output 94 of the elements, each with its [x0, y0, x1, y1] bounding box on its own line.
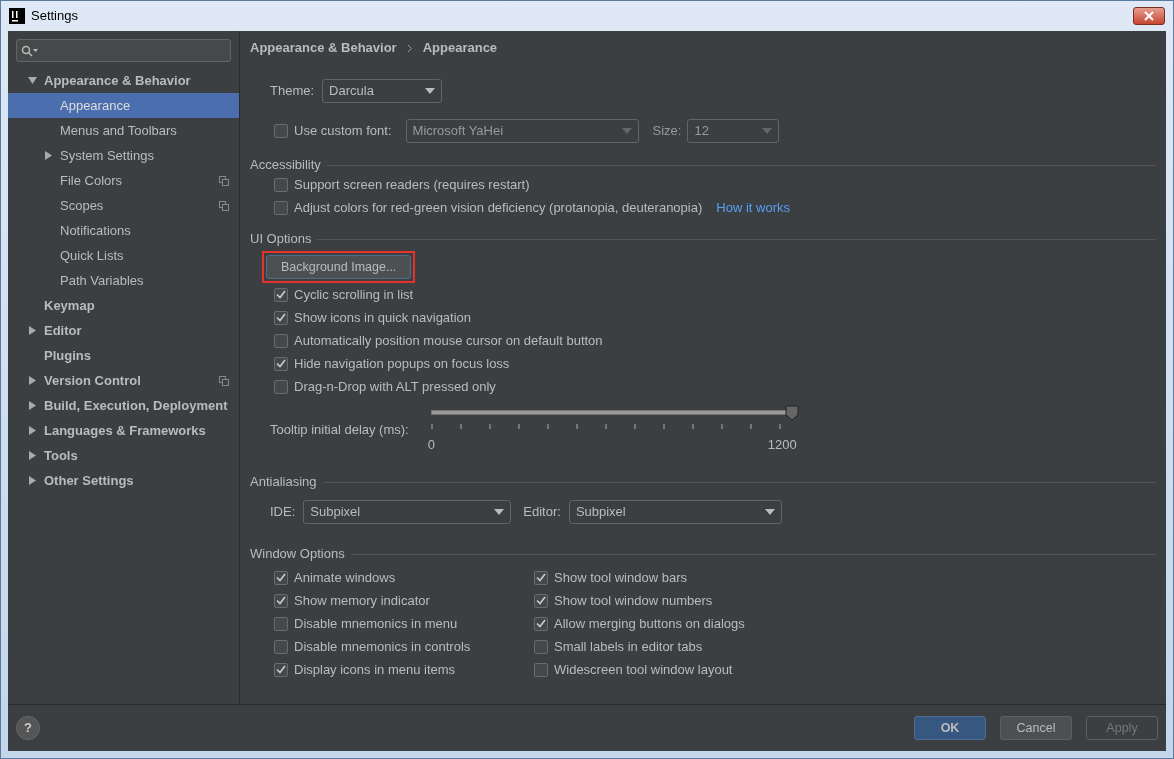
checkbox[interactable]: [534, 662, 548, 677]
checkbox[interactable]: [274, 593, 288, 608]
section-title: Antialiasing: [250, 473, 317, 492]
tree-item[interactable]: Build, Execution, Deployment: [8, 393, 239, 418]
section-title: Window Options: [250, 545, 345, 564]
checkbox[interactable]: [274, 570, 288, 585]
dropdown-caret-icon: [764, 509, 775, 515]
tree-item[interactable]: Quick Lists: [8, 243, 239, 268]
window-title: Settings: [31, 7, 78, 26]
ide-label: IDE:: [270, 503, 296, 522]
tree-item[interactable]: Other Settings: [8, 468, 239, 493]
checkbox[interactable]: [534, 639, 548, 654]
tick-label: 0: [427, 435, 435, 454]
tree-item[interactable]: Notifications: [8, 218, 239, 243]
tree-item[interactable]: Menus and Toolbars: [8, 118, 239, 143]
dropdown-caret-icon: [762, 128, 773, 134]
checkbox[interactable]: [274, 639, 288, 654]
breadcrumb-item: Appearance: [422, 39, 498, 58]
dropdown-caret-icon: [425, 88, 436, 94]
tree-item[interactable]: Appearance & Behavior: [8, 68, 239, 93]
expand-arrow-icon[interactable]: [27, 401, 37, 410]
help-button[interactable]: ?: [16, 716, 40, 740]
tree-item[interactable]: System Settings: [8, 143, 239, 168]
dialog-button[interactable]: OK: [914, 716, 986, 740]
checkbox[interactable]: [274, 333, 288, 348]
dialog-button[interactable]: Cancel: [1000, 716, 1072, 740]
checkbox-label: Automatically position mouse cursor on default button: [294, 331, 603, 350]
slider-thumb[interactable]: [784, 405, 799, 421]
checkbox-label: Display icons in menu items: [294, 660, 456, 679]
checkbox[interactable]: [534, 570, 548, 585]
checkbox-label: Disable mnemonics in controls: [294, 637, 471, 656]
dropdown-caret-icon: [621, 128, 632, 134]
checkbox-label: Adjust colors for red-green vision deficiency (protanopia, deuteranopia): [294, 198, 703, 217]
expand-arrow-icon[interactable]: [27, 376, 37, 385]
collapse-arrow-icon[interactable]: [27, 76, 37, 85]
expand-arrow-icon[interactable]: [27, 476, 37, 485]
search-icon: [21, 44, 39, 57]
link[interactable]: How it works: [716, 197, 790, 218]
checkbox[interactable]: [274, 662, 288, 677]
tree-item[interactable]: Path Variables: [8, 268, 239, 293]
checkbox[interactable]: [274, 200, 288, 215]
tree-item[interactable]: Keymap: [8, 293, 239, 318]
size-label: Size:: [652, 122, 682, 141]
checkbox[interactable]: [274, 356, 288, 371]
checkbox-label: Show icons in quick navigation: [294, 308, 472, 327]
checkbox-label: Show memory indicator: [294, 591, 430, 610]
checkbox-label: Small labels in editor tabs: [554, 637, 703, 656]
checkbox[interactable]: [274, 310, 288, 325]
tree-item[interactable]: Appearance: [8, 93, 239, 118]
tree-item[interactable]: Languages & Frameworks: [8, 418, 239, 443]
expand-arrow-icon[interactable]: [27, 451, 37, 460]
checkbox-label: Drag-n-Drop with ALT pressed only: [294, 377, 496, 396]
checkbox[interactable]: [274, 287, 288, 302]
background-image-button[interactable]: Background Image...: [266, 255, 412, 279]
tree-item[interactable]: Version Control: [8, 368, 239, 393]
tree-item[interactable]: Plugins: [8, 343, 239, 368]
checkbox-label: Cyclic scrolling in list: [294, 285, 414, 304]
breadcrumb-item: Appearance & Behavior: [250, 39, 397, 58]
checkbox[interactable]: [274, 177, 288, 192]
editor-dropdown[interactable]: Subpixel: [568, 500, 782, 524]
section-title: UI Options: [250, 230, 312, 249]
theme-dropdown[interactable]: Darcula: [322, 79, 443, 103]
checkbox-label: Disable mnemonics in menu: [294, 614, 458, 633]
tree-item[interactable]: File Colors: [8, 168, 239, 193]
close-icon: [1144, 11, 1154, 21]
expand-arrow-icon[interactable]: [43, 151, 53, 160]
checkbox[interactable]: [534, 593, 548, 608]
checkbox-label: Use custom font:: [294, 122, 392, 141]
theme-label: Theme:: [270, 82, 315, 101]
dropdown-caret-icon: [494, 509, 505, 515]
editor-label: Editor:: [523, 503, 561, 522]
checkbox-label: Show tool window numbers: [554, 591, 713, 610]
search-field[interactable]: [16, 39, 231, 62]
checkbox[interactable]: [534, 616, 548, 631]
expand-arrow-icon[interactable]: [27, 326, 37, 335]
checkbox-label: Allow merging buttons on dialogs: [554, 614, 745, 633]
checkbox-label: Support screen readers (requires restart): [294, 175, 530, 194]
checkbox-label: Widescreen tool window layout: [554, 660, 733, 679]
checkbox-label: Animate windows: [294, 568, 396, 587]
checkbox[interactable]: [274, 616, 288, 631]
slider-label: Tooltip initial delay (ms):: [270, 421, 409, 439]
checkbox-label: Hide navigation popups on focus loss: [294, 354, 510, 373]
checkbox[interactable]: [274, 379, 288, 394]
close-button[interactable]: [1133, 7, 1165, 25]
section-title: Accessibility: [250, 156, 321, 175]
tick-label: 1200: [767, 435, 797, 454]
tree-item[interactable]: Editor: [8, 318, 239, 343]
expand-arrow-icon[interactable]: [27, 426, 37, 435]
app-logo-icon: [9, 8, 25, 24]
tree-item[interactable]: Scopes: [8, 193, 239, 218]
chevron-icon: [406, 43, 413, 53]
tree-item[interactable]: Tools: [8, 443, 239, 468]
ide-dropdown[interactable]: Subpixel: [303, 500, 512, 524]
checkbox-label: Show tool window bars: [554, 568, 687, 587]
